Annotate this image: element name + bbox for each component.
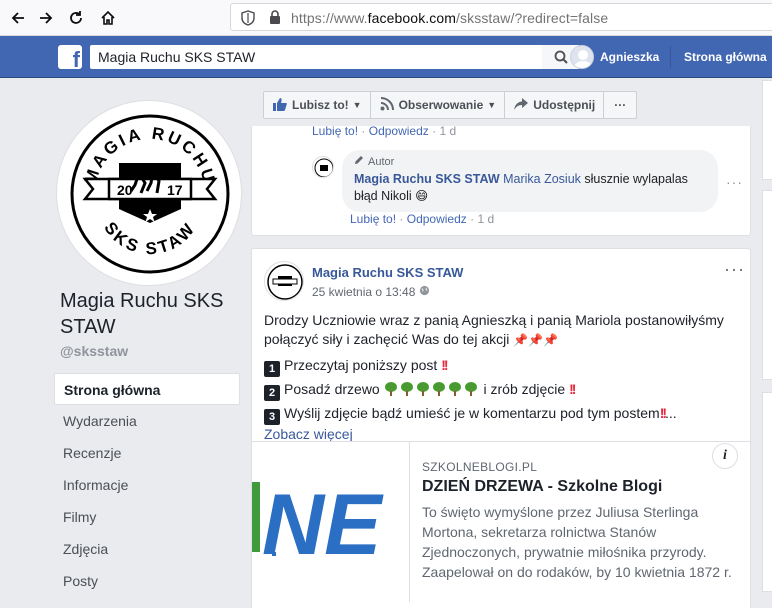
comment-like-link[interactable]: Lubię to! [312, 124, 358, 138]
rss-icon [379, 96, 395, 114]
page-profile-picture[interactable]: MAGIA RUCHU SKS STAW 20 17 [56, 100, 242, 286]
comment-options-icon[interactable]: ··· [726, 174, 743, 190]
page-title[interactable]: Magia Ruchu SKS STAW [60, 288, 240, 340]
sidebar-item-home[interactable]: Strona główna [54, 373, 240, 405]
svg-text:NE: NE [262, 477, 384, 573]
separator-dot: · [361, 124, 369, 138]
reply-date[interactable]: 1 d [477, 212, 494, 226]
home-link[interactable]: Strona główna [684, 50, 767, 64]
post-author-avatar[interactable] [264, 261, 304, 301]
reply-author-name[interactable]: Magia Ruchu SKS STAW [354, 172, 500, 186]
page-handle[interactable]: @sksstaw [60, 343, 128, 359]
like-page-label: Lubisz to! [292, 98, 349, 112]
url-text[interactable]: https://www.facebook.com/sksstaw/?redire… [291, 10, 608, 26]
reload-icon[interactable] [64, 6, 88, 30]
comment-date[interactable]: 1 d [439, 124, 456, 138]
post-text: Drodzy Uczniowie wraz z panią Agnieszką … [264, 311, 742, 444]
keycap-one-icon: 1 [264, 361, 280, 377]
right-panel-card [762, 392, 772, 592]
forward-icon[interactable] [34, 6, 58, 30]
info-icon[interactable]: i [712, 443, 738, 469]
exclamation-icon: !! [569, 381, 576, 397]
search-icon [554, 50, 568, 64]
author-badge: Autor [354, 155, 706, 168]
url-bar[interactable]: https://www.facebook.com/sksstaw/?redire… [230, 3, 772, 31]
link-preview-image[interactable]: NE [252, 442, 410, 602]
post-card: Magia Ruchu SKS STAW 25 kwietnia o 13:48… [251, 248, 751, 608]
avatar[interactable] [570, 45, 594, 69]
globe-icon [419, 285, 430, 299]
sidebar-item-photos[interactable]: Zdjęcia [54, 533, 240, 565]
comment-actions: Lubię to! · Odpowiedz · 1 d [312, 124, 456, 138]
home-icon[interactable] [96, 6, 120, 30]
post-time-text: 25 kwietnia o 13:48 [312, 285, 416, 299]
pencil-icon [354, 155, 364, 168]
page-action-bar: Lubisz to! ▼ Obserwowanie ▼ Udostępnij ·… [263, 91, 638, 119]
link-domain: SZKOLNEBLOGI.PL [422, 460, 538, 474]
post-author-name[interactable]: Magia Ruchu SKS STAW [312, 265, 463, 280]
sidebar-item-videos[interactable]: Filmy [54, 501, 240, 533]
link-description: To święto wymyślone przez Juliusa Sterli… [422, 504, 732, 580]
right-panel-card [762, 190, 772, 380]
tree-icons [384, 381, 480, 397]
search-input[interactable]: Magia Ruchu SKS STAW [90, 45, 542, 69]
keycap-two-icon: 2 [264, 385, 280, 401]
reply-bubble: Autor Magia Ruchu SKS STAW Marika Zosiuk… [342, 150, 718, 212]
back-icon[interactable] [6, 6, 30, 30]
exclamation-icon: !! [441, 357, 448, 373]
post-step-2-end: i zrób zdjęcie [483, 381, 566, 397]
svg-text:17: 17 [167, 182, 183, 198]
sidebar-item-reviews[interactable]: Recenzje [54, 437, 240, 469]
share-button[interactable]: Udostępnij [504, 91, 605, 119]
comment-thread-card: Lubię to! · Odpowiedz · 1 d Autor Magia … [251, 124, 751, 236]
post-step-2: Posadź drzewo [284, 381, 380, 397]
link-preview[interactable]: NE SZKOLNEBLOGI.PL DZIEŃ DRZEWA - Szkoln… [252, 441, 750, 608]
post-options-icon[interactable]: ··· [724, 259, 745, 280]
reply-like-link[interactable]: Lubię to! [350, 212, 396, 226]
follow-button[interactable]: Obserwowanie ▼ [369, 91, 506, 119]
shield-icon[interactable] [241, 10, 255, 31]
reply-text: Magia Ruchu SKS STAW Marika Zosiuk słusz… [354, 171, 706, 205]
follow-label: Obserwowanie [398, 98, 484, 112]
share-arrow-icon [513, 97, 529, 114]
thumbs-up-icon [272, 97, 288, 114]
sidebar-item-posts[interactable]: Posty [54, 565, 240, 597]
reply-mention[interactable]: Marika Zosiuk [503, 172, 581, 186]
sidebar-item-community[interactable]: Społeczność [54, 597, 240, 608]
browser-toolbar: https://www.facebook.com/sksstaw/?redire… [0, 0, 772, 36]
author-badge-label: Autor [368, 155, 395, 168]
lock-icon[interactable] [269, 10, 281, 29]
header-divider [670, 46, 671, 68]
link-title[interactable]: DZIEŃ DRZEWA - Szkolne Blogi [422, 478, 662, 496]
separator-dot: · [399, 212, 407, 226]
more-options-button[interactable]: ··· [603, 91, 638, 119]
post-step-3: Wyślij zdjęcie bądź umieść je w komentar… [284, 405, 660, 421]
post-intro: Drodzy Uczniowie wraz z panią Agnieszką … [264, 312, 724, 347]
share-label: Udostępnij [533, 98, 596, 112]
post-timestamp[interactable]: 25 kwietnia o 13:48 [312, 285, 430, 299]
reply-author-avatar[interactable] [312, 156, 334, 178]
post-step-1: Przeczytaj poniższy post [284, 357, 438, 373]
comment-reply-link[interactable]: Odpowiedz [369, 124, 429, 138]
right-panel-card [762, 80, 772, 180]
page-logo-icon: MAGIA RUCHU SKS STAW 20 17 [70, 114, 230, 274]
profile-name-link[interactable]: Agnieszka [600, 50, 659, 64]
sidebar-item-events[interactable]: Wydarzenia [54, 405, 240, 437]
pushpin-icon: 📌📌📌 [513, 333, 559, 347]
chevron-down-icon: ▼ [352, 100, 362, 110]
like-page-button[interactable]: Lubisz to! ▼ [263, 91, 371, 119]
chevron-down-icon: ▼ [487, 100, 497, 110]
exclamation-icon: !! [659, 405, 667, 421]
keycap-three-icon: 3 [264, 409, 280, 425]
facebook-logo-icon[interactable]: f [58, 45, 82, 69]
reply-actions: Lubię to! · Odpowiedz · 1 d [350, 212, 494, 226]
sidebar-item-about[interactable]: Informacje [54, 469, 240, 501]
page-navigation: Strona główna Wydarzenia Recenzje Inform… [54, 373, 240, 608]
reply-reply-link[interactable]: Odpowiedz [407, 212, 467, 226]
